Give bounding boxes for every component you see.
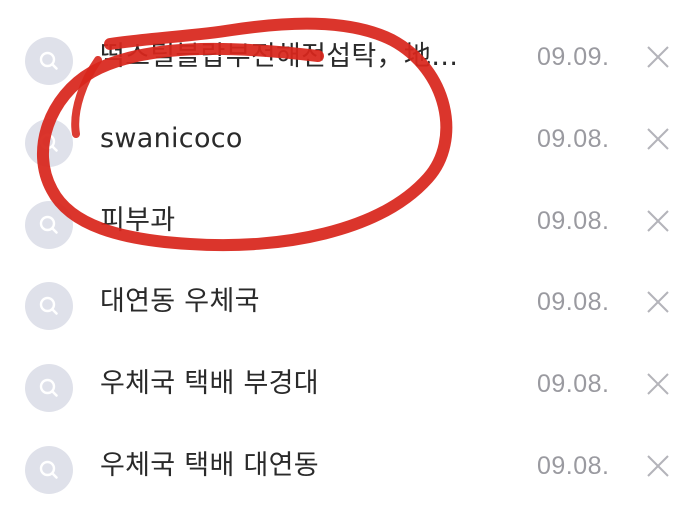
close-icon[interactable] <box>640 366 676 402</box>
history-item-label: 피부과 <box>100 205 176 236</box>
history-item-label: 우체국 택배 부경대 <box>100 368 319 399</box>
search-icon <box>25 201 73 249</box>
history-item[interactable]: swanicoco 09.08. <box>0 97 700 181</box>
search-history-list: 떡스틸블랍부전해전섭탁，地… 09.09. swanicoco 09.08. 피… <box>0 0 700 494</box>
history-item-date: 09.08. <box>537 288 610 316</box>
history-item-date: 09.08. <box>537 370 610 398</box>
history-item-label: 대연동 우체국 <box>100 286 260 317</box>
search-icon <box>25 446 73 494</box>
close-icon[interactable] <box>640 39 676 75</box>
history-item[interactable]: 떡스틸블랍부전해전섭탁，地… 09.09. <box>0 15 700 99</box>
search-icon <box>25 364 73 412</box>
history-item-label: 떡스틸블랍부전해전섭탁，地… <box>100 41 459 72</box>
history-item-date: 09.08. <box>537 207 610 235</box>
history-item-date: 09.08. <box>537 125 610 153</box>
search-icon <box>25 119 73 167</box>
history-item-label: swanicoco <box>100 123 243 154</box>
search-icon <box>25 37 73 85</box>
close-icon[interactable] <box>640 203 676 239</box>
history-item-date: 09.09. <box>537 43 610 71</box>
history-item[interactable]: 피부과 09.08. <box>0 179 700 263</box>
close-icon[interactable] <box>640 121 676 157</box>
close-icon[interactable] <box>640 284 676 320</box>
history-item[interactable]: 우체국 택배 대연동 09.08. <box>0 424 700 508</box>
search-icon <box>25 282 73 330</box>
close-icon[interactable] <box>640 448 676 484</box>
history-item[interactable]: 우체국 택배 부경대 09.08. <box>0 342 700 426</box>
history-item-label: 우체국 택배 대연동 <box>100 450 319 481</box>
history-item[interactable]: 대연동 우체국 09.08. <box>0 260 700 344</box>
history-item-date: 09.08. <box>537 452 610 480</box>
